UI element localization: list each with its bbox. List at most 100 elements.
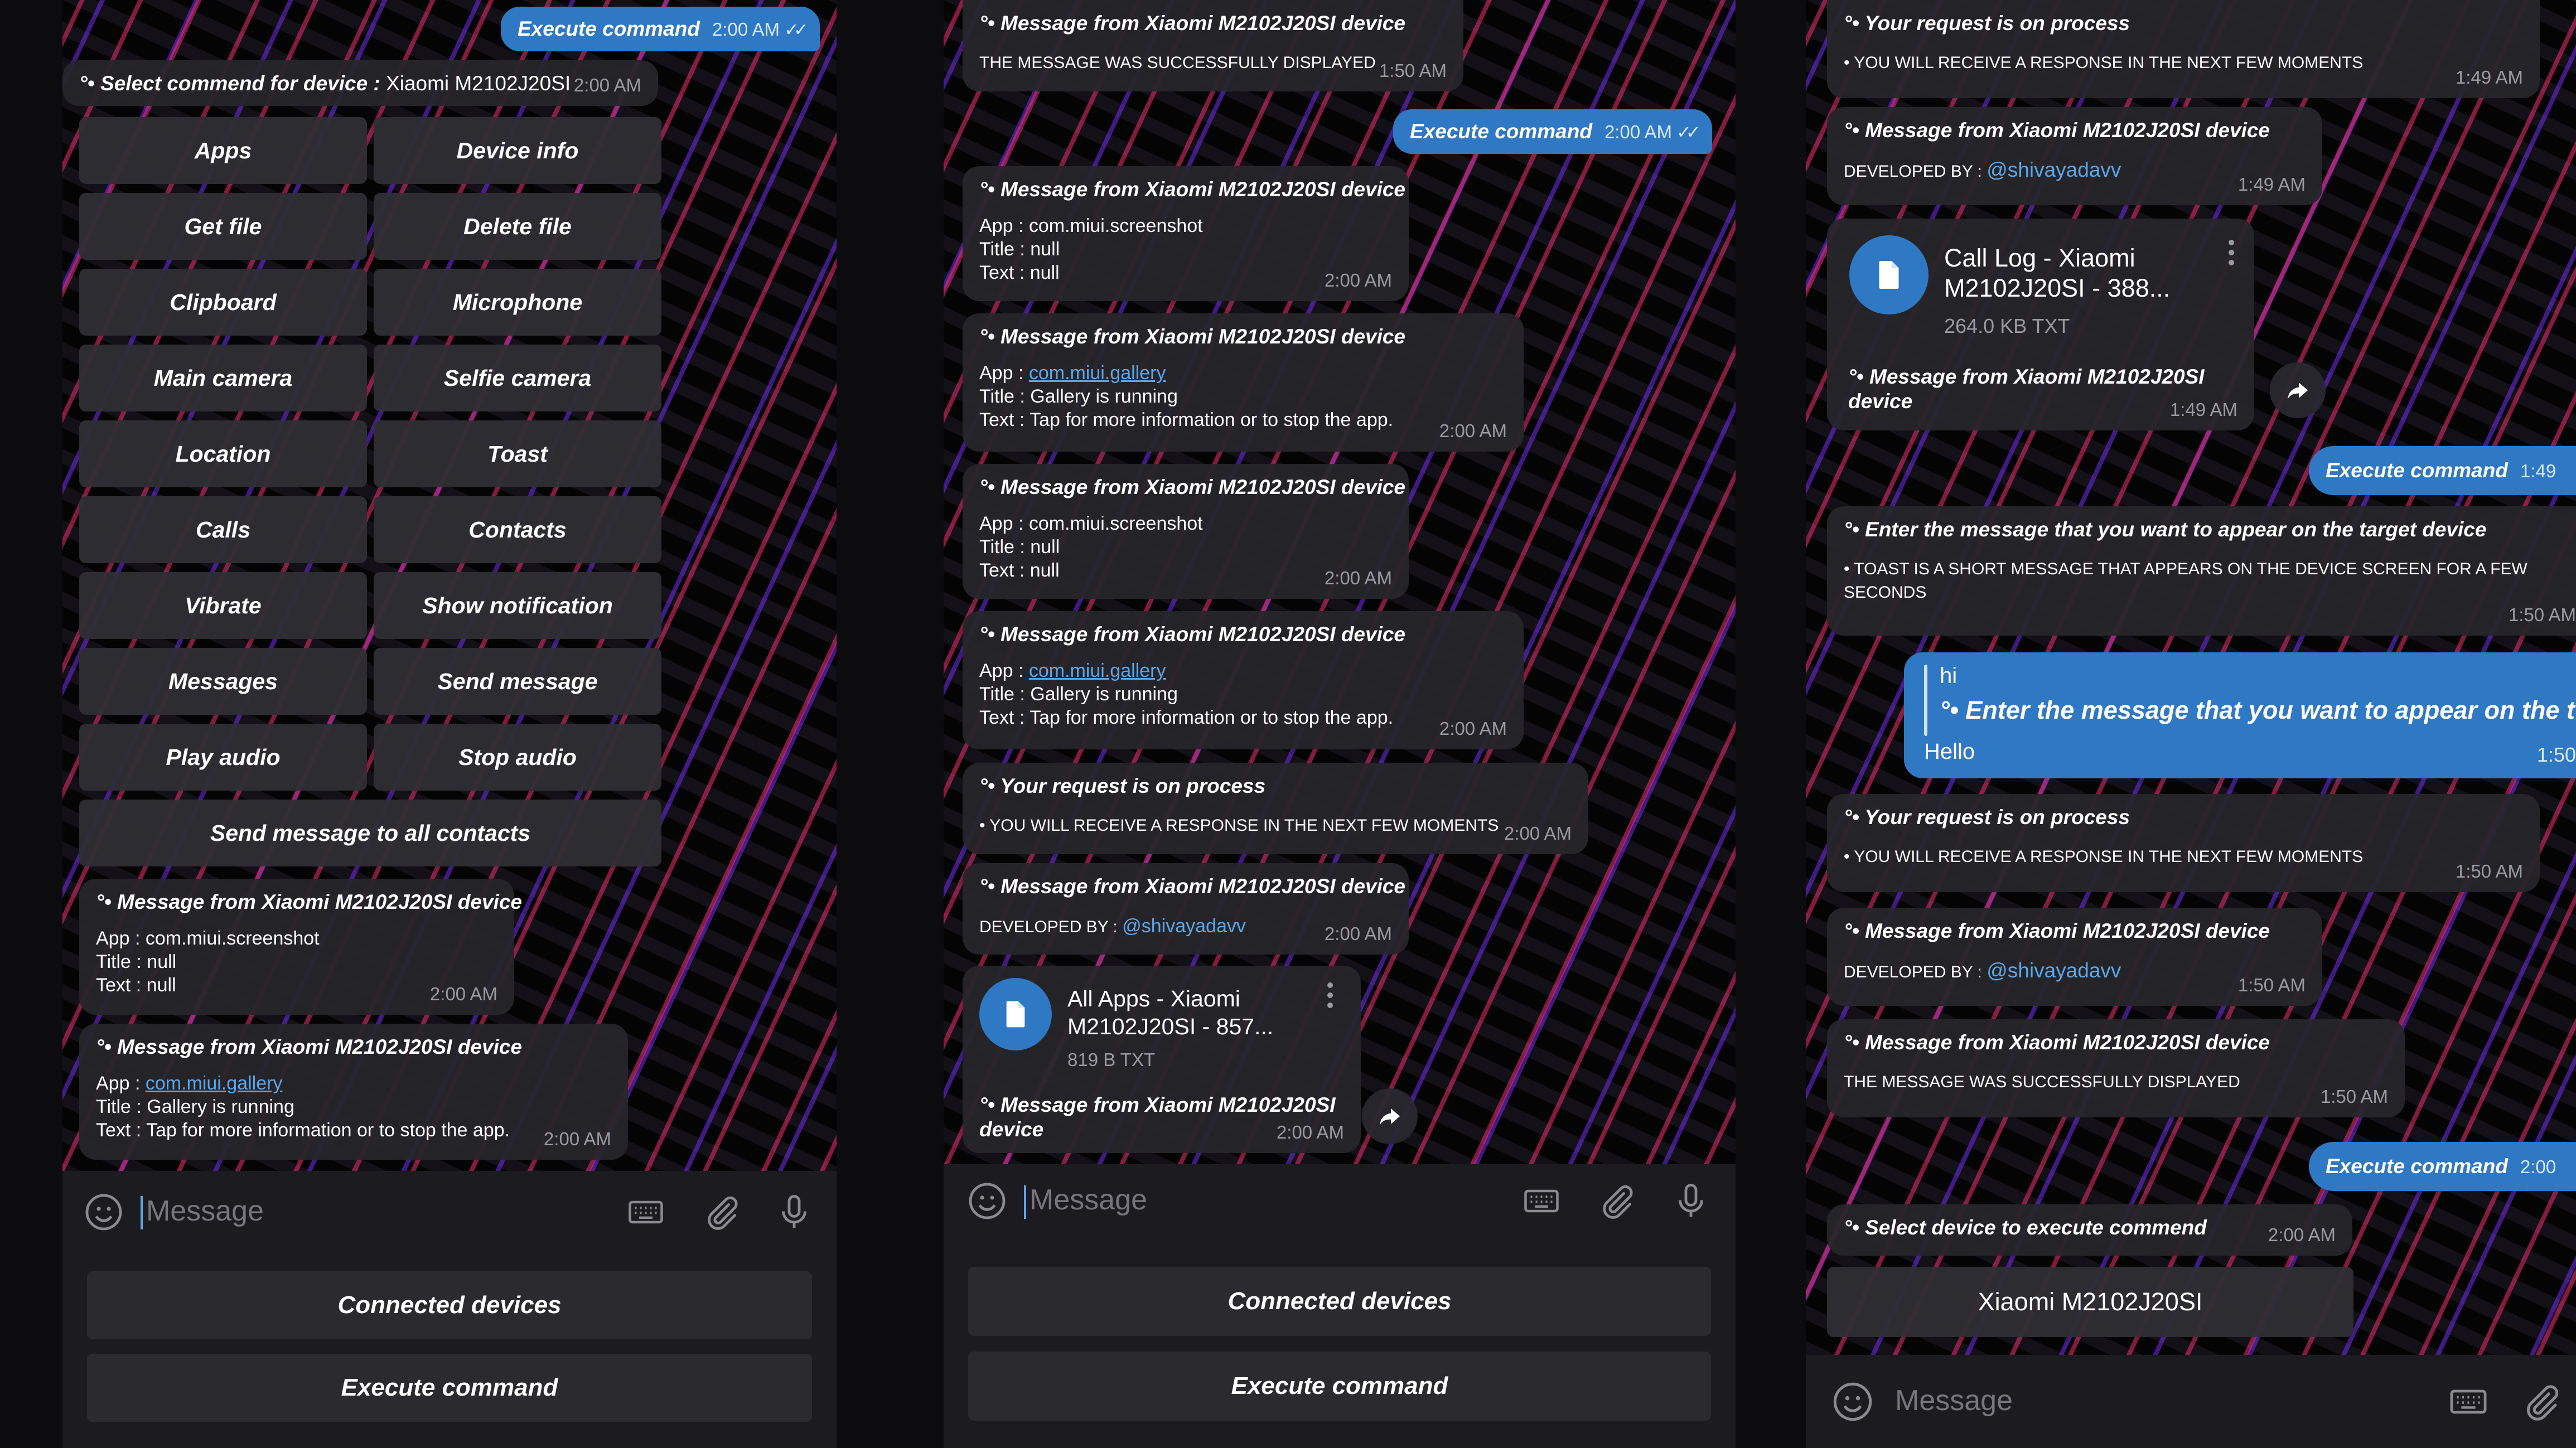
message-time: 2:00 AM [1439, 420, 1507, 441]
title-line: Title : null [979, 239, 1060, 260]
developer-handle[interactable]: @shivayadavv [1987, 158, 2121, 181]
app-line: App : com.miui.gallery [979, 659, 1507, 682]
app-label: App : [96, 1073, 141, 1094]
apps-button[interactable]: Apps [79, 117, 367, 184]
developer-line: DEVELOPED BY : @shivayadavv [1844, 158, 2306, 183]
app-link[interactable]: com.miui.gallery [1029, 362, 1166, 384]
file-name: Call Log - Xiaomi M2102J20SI - 388... [1944, 243, 2170, 303]
execute-command-message: Execute command 2:00 [2309, 1142, 2576, 1191]
message-title-text: Message from Xiaomi M2102J20SI device [1001, 623, 1406, 646]
file-icon[interactable] [979, 978, 1052, 1050]
double-check-icon: ✓✓ [1676, 122, 1701, 142]
message-input[interactable]: Message [146, 1194, 264, 1228]
share-button[interactable] [1362, 1088, 1418, 1144]
attach-icon[interactable] [701, 1192, 741, 1232]
caption-text: Message from Xiaomi M2102J20SI [1001, 1093, 1336, 1116]
file-name-line: M2102J20SI - 857... [1067, 1014, 1274, 1039]
emoji-icon[interactable] [84, 1192, 124, 1232]
show-notification-button[interactable]: Show notification [374, 572, 661, 639]
execute-command-message: Execute command 2:00 AM ✓✓ [1393, 109, 1712, 154]
message-body: • YOU WILL RECEIVE A RESPONSE IN THE NEX… [1844, 54, 2364, 72]
keyboard-icon[interactable] [626, 1192, 666, 1232]
delete-file-button[interactable]: Delete file [374, 193, 661, 260]
attach-icon[interactable] [2520, 1381, 2562, 1423]
clipboard-button[interactable]: Clipboard [79, 269, 367, 336]
location-button[interactable]: Location [79, 420, 367, 487]
app-link[interactable]: com.miui.gallery [146, 1073, 283, 1094]
caption-text: Message from Xiaomi M2102J20SI [1869, 365, 2205, 388]
app-label: App : [96, 928, 141, 949]
toast-button[interactable]: Toast [374, 420, 661, 487]
get-file-button[interactable]: Get file [79, 193, 367, 260]
message-time: 2:00 [2520, 1156, 2556, 1177]
message-input[interactable]: Message [1895, 1384, 2013, 1417]
send-message-to-all-contacts-button[interactable]: Send message to all contacts [79, 800, 661, 866]
composer-area: Message Connected devices Execute comman… [944, 1164, 1736, 1448]
file-message: Call Log - Xiaomi M2102J20SI - 388... 26… [1827, 219, 2254, 430]
message-input[interactable]: Message [1030, 1183, 1147, 1217]
device-message: °• Message from Xiaomi M2102J20SI device… [963, 313, 1524, 452]
stop-audio-button[interactable]: Stop audio [374, 724, 661, 791]
quote-bar [1924, 665, 1927, 736]
caption-text: device [1848, 390, 1913, 413]
device-select-button[interactable]: Xiaomi M2102J20SI [1827, 1267, 2353, 1337]
message-title-text: Message from Xiaomi M2102J20SI device [1001, 476, 1406, 498]
play-audio-button[interactable]: Play audio [79, 724, 367, 791]
message-title-text: Message from Xiaomi M2102J20SI device [1001, 178, 1406, 201]
emoji-icon[interactable] [967, 1181, 1007, 1221]
device-message: °• Message from Xiaomi M2102J20SI device… [963, 166, 1409, 301]
message-title: °• Message from Xiaomi M2102J20SI device [979, 12, 1406, 35]
message-time: 1:49 [2520, 461, 2556, 481]
developer-handle[interactable]: @shivayadavv [1987, 959, 2121, 982]
contacts-button[interactable]: Contacts [374, 496, 661, 563]
file-icon[interactable] [1849, 235, 1929, 314]
message-text: Execute command [518, 17, 700, 40]
share-button[interactable] [2270, 362, 2326, 418]
text-line: Text : Tap for more information or to st… [979, 707, 1394, 728]
attach-icon[interactable] [1596, 1181, 1636, 1221]
message-title: °• Message from Xiaomi M2102J20SI device [96, 890, 523, 913]
developer-message: °• Message from Xiaomi M2102J20SI device… [963, 863, 1409, 955]
emoji-icon[interactable] [1831, 1381, 1874, 1423]
message-body-text: YOU WILL RECEIVE A RESPONSE IN THE NEXT … [1854, 54, 2364, 72]
message-title: °• Message from Xiaomi M2102J20SI device [979, 476, 1406, 498]
message-body: • YOU WILL RECEIVE A RESPONSE IN THE NEX… [979, 816, 1499, 835]
connected-devices-button[interactable]: Connected devices [968, 1267, 1711, 1336]
microphone-button[interactable]: Microphone [374, 269, 661, 336]
keyboard-icon[interactable] [1521, 1181, 1562, 1221]
device-info-button[interactable]: Device info [374, 117, 661, 184]
messages-button[interactable]: Messages [79, 648, 367, 715]
main-camera-button[interactable]: Main camera [79, 345, 367, 411]
message-time: 2:00 AM [1324, 270, 1392, 290]
connected-devices-button[interactable]: Connected devices [87, 1271, 812, 1339]
more-icon[interactable] [1327, 982, 1334, 1013]
message-title-text: Message from Xiaomi M2102J20SI device [1865, 919, 2270, 942]
vibrate-button[interactable]: Vibrate [79, 572, 367, 639]
app-link[interactable]: com.miui.gallery [1029, 660, 1166, 681]
device-message: °• Message from Xiaomi M2102J20SI device… [963, 0, 1463, 91]
app-line: App : com.miui.screenshot [96, 927, 497, 950]
more-icon[interactable] [2229, 240, 2235, 270]
quote-text-content: Enter the message that you want to appea… [1965, 696, 2575, 724]
mic-icon[interactable] [1671, 1181, 1711, 1221]
app-label: App : [979, 362, 1024, 384]
file-name-line: All Apps - Xiaomi [1067, 986, 1240, 1011]
message-time: 2:00 AM [573, 75, 641, 95]
selfie-camera-button[interactable]: Selfie camera [374, 345, 661, 411]
file-name-line: Call Log - Xiaomi [1944, 244, 2135, 272]
keyboard-icon[interactable] [2447, 1381, 2490, 1423]
developer-line: DEVELOPED BY : @shivayadavv [1844, 959, 2306, 984]
title-line: Title : null [979, 536, 1060, 558]
calls-button[interactable]: Calls [79, 496, 367, 563]
message-body: • TOAST IS A SHORT MESSAGE THAT APPEARS … [1844, 560, 2527, 578]
message-time: 2:00 AM [1504, 823, 1572, 844]
execute-command-button[interactable]: Execute command [968, 1352, 1711, 1421]
message-title-text: Message from Xiaomi M2102J20SI device [1001, 12, 1406, 35]
mic-icon[interactable] [774, 1192, 814, 1232]
developer-handle[interactable]: @shivayadavv [1122, 916, 1246, 937]
execute-command-button[interactable]: Execute command [87, 1354, 812, 1422]
message-time: 1:50 [2536, 743, 2576, 766]
send-message-button[interactable]: Send message [374, 648, 661, 715]
message-time: 2:00 AM [1604, 122, 1673, 142]
developer-label: DEVELOPED BY : [1844, 162, 1982, 181]
